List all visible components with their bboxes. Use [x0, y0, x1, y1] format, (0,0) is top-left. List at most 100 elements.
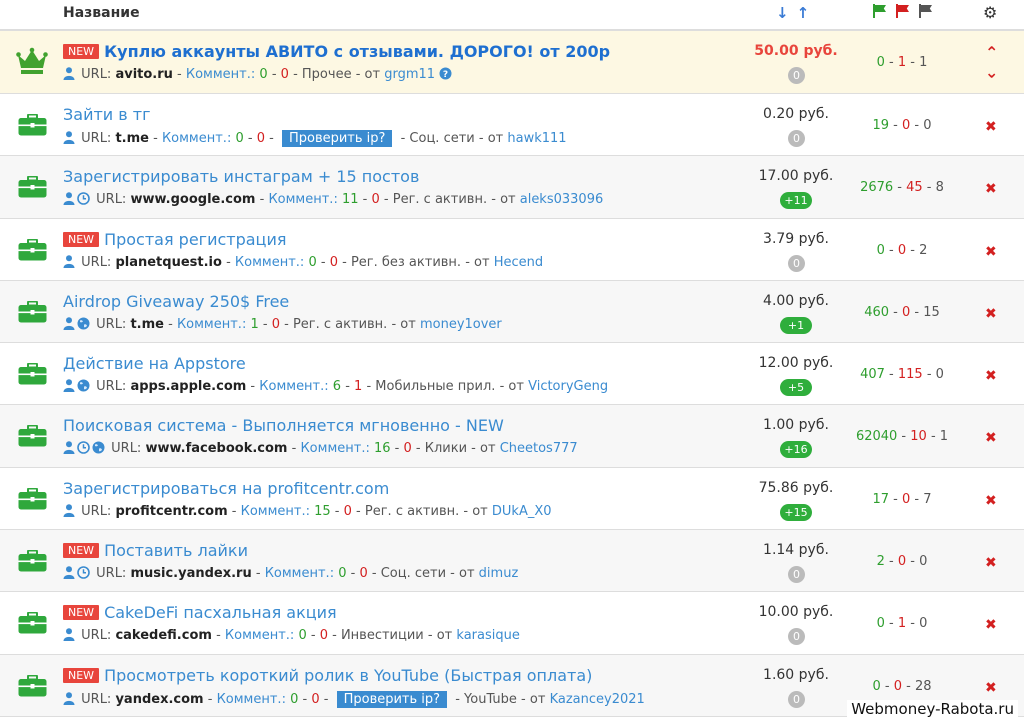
task-stats: 62040 - 10 - 1 [855, 429, 949, 445]
hide-task-icon[interactable]: ✖ [985, 617, 997, 633]
task-title-line: Зайти в тг [63, 105, 151, 124]
task-price: 17.00 руб. [758, 168, 834, 185]
hide-task-icon[interactable]: ✖ [985, 306, 997, 322]
from-label: от [472, 503, 488, 519]
completion-badge: +5 [780, 379, 812, 397]
clock-icon [77, 441, 90, 458]
url-label: URL: [96, 379, 127, 395]
task-title-link[interactable]: Простая регистрация [104, 230, 286, 249]
hide-task-icon[interactable]: ✖ [985, 181, 997, 197]
task-title-link[interactable]: Просмотреть короткий ролик в YouTube (Бы… [104, 666, 592, 685]
author-link[interactable]: Kazancey2021 [550, 692, 645, 707]
briefcase-icon [18, 362, 47, 385]
hide-task-icon[interactable]: ✖ [985, 244, 997, 260]
stat-done: 62040 [855, 429, 898, 445]
task-title-link[interactable]: Зарегистрировать инстаграм + 15 постов [63, 167, 419, 186]
briefcase-icon [18, 549, 47, 572]
hide-task-icon[interactable]: ✖ [985, 680, 997, 696]
chevron-down-icon[interactable]: ⌃ [985, 62, 998, 81]
task-url: avito.ru [115, 67, 173, 82]
author-link[interactable]: aleks033096 [520, 192, 604, 207]
hide-task-icon[interactable]: ✖ [985, 368, 997, 384]
url-label: URL: [81, 628, 112, 644]
stat-done: 0 [876, 616, 885, 632]
author-link[interactable]: Hecend [494, 255, 543, 270]
watermark: Webmoney-Rabota.ru [847, 700, 1018, 718]
hide-task-icon[interactable]: ✖ [985, 119, 997, 135]
briefcase-icon [18, 611, 47, 634]
task-title-link[interactable]: Куплю аккаунты АВИТО с отзывами. ДОРОГО!… [104, 42, 610, 61]
task-url: www.google.com [130, 192, 256, 208]
help-icon[interactable]: ? [439, 67, 452, 84]
author-link[interactable]: karasique [456, 628, 519, 643]
task-meta: URL: cakedefi.com - Коммент.: 0 - 0 - Ин… [63, 628, 520, 645]
task-title-link[interactable]: Действие на Appstore [63, 354, 246, 373]
green-flag-icon[interactable] [872, 4, 887, 18]
task-price: 75.86 руб. [758, 479, 834, 496]
gray-flag-icon[interactable] [918, 4, 933, 18]
comments-good: 0 [338, 566, 347, 582]
gear-icon[interactable]: ⚙ [983, 3, 997, 22]
clock-icon [77, 192, 90, 209]
stat-done: 2676 [860, 180, 894, 196]
author-link[interactable]: Cheetos777 [500, 441, 578, 456]
task-title-line: Зарегистрировать инстаграм + 15 постов [63, 167, 419, 186]
task-meta: URL: t.me - Коммент.: 0 - 0 - Проверить … [63, 130, 567, 148]
task-url: apps.apple.com [130, 379, 247, 395]
author-link[interactable]: DUkA_X0 [492, 504, 552, 519]
task-category: Соц. сети [380, 566, 447, 582]
from-label: от [400, 316, 416, 332]
task-title-link[interactable]: Поставить лайки [104, 541, 248, 560]
task-meta: URL: yandex.com - Коммент.: 0 - 0 - Пров… [63, 690, 645, 709]
author-link[interactable]: dimuz [479, 566, 519, 581]
briefcase-icon [18, 424, 47, 447]
url-label: URL: [111, 441, 142, 457]
author-link[interactable]: VictoryGeng [528, 379, 608, 394]
comments-link[interactable]: Коммент.: [235, 255, 304, 270]
chevron-up-icon[interactable]: ⌃ [985, 43, 998, 62]
check-ip-button[interactable]: Проверить ip? [281, 130, 393, 147]
hide-task-icon[interactable]: ✖ [985, 493, 997, 509]
task-url: planetquest.io [115, 254, 222, 270]
column-title-name[interactable]: Название [63, 5, 140, 21]
comments-link[interactable]: Коммент.: [225, 628, 294, 643]
comments-link[interactable]: Коммент.: [241, 504, 310, 519]
task-price: 1.00 руб. [763, 417, 829, 434]
comments-link[interactable]: Коммент.: [268, 192, 337, 207]
task-title-link[interactable]: CakeDeFi пасхальная акция [104, 603, 337, 622]
task-title-link[interactable]: Airdrop Giveaway 250$ Free [63, 292, 289, 311]
task-title-line: NEW Куплю аккаунты АВИТО с отзывами. ДОРО… [63, 42, 610, 61]
red-flag-icon[interactable] [895, 4, 910, 18]
author-link[interactable]: money1over [420, 317, 502, 332]
sort-arrows-icon[interactable]: ↓↑ [776, 4, 817, 22]
task-url: cakedefi.com [115, 628, 212, 644]
comments-link[interactable]: Коммент.: [217, 692, 286, 707]
comments-link[interactable]: Коммент.: [265, 566, 334, 581]
task-url: yandex.com [115, 691, 204, 707]
author-link[interactable]: hawk111 [507, 131, 566, 146]
hide-task-icon[interactable]: ✖ [985, 555, 997, 571]
status-flags [872, 4, 933, 18]
task-title-link[interactable]: Поисковая система - Выполняется мгновенн… [63, 416, 504, 435]
task-row: Зарегистрировать инстаграм + 15 постов U… [0, 156, 1024, 219]
comments-link[interactable]: Коммент.: [259, 379, 328, 394]
comments-good: 0 [308, 254, 317, 270]
task-title-link[interactable]: Зарегистрироваться на profitcentr.com [63, 479, 389, 498]
comments-good: 0 [298, 628, 307, 644]
new-badge: NEW [63, 44, 100, 59]
task-title-line: NEW Поставить лайки [63, 541, 248, 560]
task-title-link[interactable]: Зайти в тг [63, 105, 151, 124]
hide-task-icon[interactable]: ✖ [985, 430, 997, 446]
check-ip-button[interactable]: Проверить ip? [336, 690, 448, 708]
from-label: от [529, 691, 546, 707]
stat-done: 460 [864, 304, 890, 320]
comments-link[interactable]: Коммент.: [177, 317, 246, 332]
task-stats: 460 - 0 - 15 [864, 304, 940, 320]
comments-link[interactable]: Коммент.: [300, 441, 369, 456]
comments-link[interactable]: Коммент.: [162, 131, 231, 146]
comments-link[interactable]: Коммент.: [186, 67, 255, 82]
globe-icon [77, 379, 90, 396]
stat-rejected: 10 [910, 429, 927, 445]
author-link[interactable]: grgm11 [384, 67, 435, 82]
comments-bad: 0 [311, 691, 320, 707]
